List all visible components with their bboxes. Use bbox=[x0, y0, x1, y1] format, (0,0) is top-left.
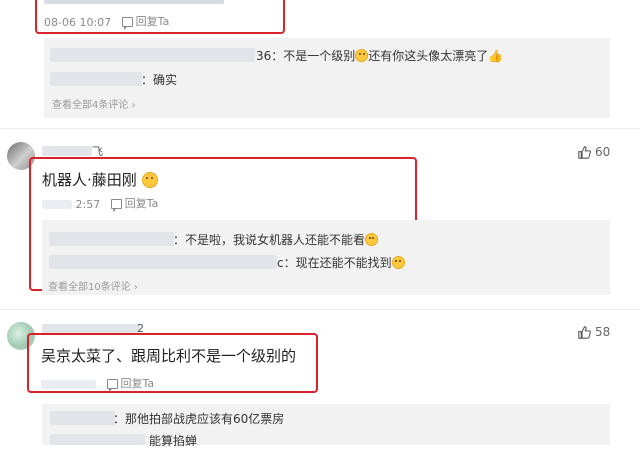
obscured-username bbox=[49, 255, 277, 269]
thumbs-up-emoji-icon: 👍 bbox=[488, 49, 504, 63]
obscured-username bbox=[50, 411, 115, 425]
smile-emoji-icon bbox=[141, 172, 158, 188]
obscured-username[interactable] bbox=[42, 146, 92, 156]
sub-reply: ：不是啦，我说女机器人还能不能看 bbox=[173, 231, 379, 248]
obscured-comment-text bbox=[44, 0, 224, 4]
divider bbox=[0, 309, 640, 310]
sub-reply: 能算掐蝉 bbox=[149, 434, 198, 448]
reply-button[interactable]: 回复Ta bbox=[121, 13, 169, 30]
obscured-username bbox=[49, 232, 174, 246]
like-count: 58 bbox=[595, 325, 611, 339]
smile-emoji-icon bbox=[365, 233, 379, 246]
smile-emoji-icon bbox=[391, 256, 405, 269]
thumbs-up-icon bbox=[578, 325, 591, 339]
like-button[interactable]: 58 bbox=[578, 325, 610, 339]
like-count: 60 bbox=[595, 145, 611, 159]
obscured-username bbox=[50, 434, 145, 445]
sub-reply: c：现在还能不能找到 bbox=[277, 254, 405, 271]
thumbs-up-icon bbox=[578, 145, 591, 159]
like-button[interactable]: 60 bbox=[578, 145, 610, 159]
sub-reply: ：那他拍部战虎应该有60亿票房 bbox=[113, 412, 285, 426]
comment-time: 08-06 10:07 bbox=[44, 16, 112, 29]
view-all-replies-link[interactable]: 查看全部10条评论 › bbox=[48, 278, 138, 293]
obscured-username bbox=[50, 48, 255, 62]
obscured-date bbox=[42, 200, 72, 209]
sub-reply: 36：不是一个级别 还有你这头像太漂亮了👍 bbox=[256, 49, 504, 63]
grin-emoji-icon bbox=[355, 49, 369, 62]
comment-text: 机器人·藤田刚 bbox=[42, 169, 158, 190]
view-all-replies-link[interactable]: 查看全部4条评论 › bbox=[52, 96, 136, 111]
reply-icon bbox=[110, 199, 122, 212]
reply-button[interactable]: 回复Ta bbox=[106, 375, 154, 392]
reply-icon bbox=[106, 379, 118, 392]
divider bbox=[0, 128, 640, 129]
comment-text: 吴京太菜了、跟周比利不是一个级别的 bbox=[41, 347, 297, 365]
sub-reply: ：确实 bbox=[141, 73, 178, 87]
comment-meta: 08-06 10:07 回复Ta bbox=[44, 13, 169, 30]
comment-meta: 回复Ta bbox=[41, 375, 154, 392]
obscured-date bbox=[41, 380, 96, 389]
reply-icon bbox=[121, 17, 133, 30]
obscured-username bbox=[50, 72, 142, 86]
comment-time: 2:57 bbox=[75, 198, 101, 211]
reply-button[interactable]: 回复Ta bbox=[110, 195, 158, 212]
comment-meta: 2:57 回复Ta bbox=[42, 195, 158, 212]
